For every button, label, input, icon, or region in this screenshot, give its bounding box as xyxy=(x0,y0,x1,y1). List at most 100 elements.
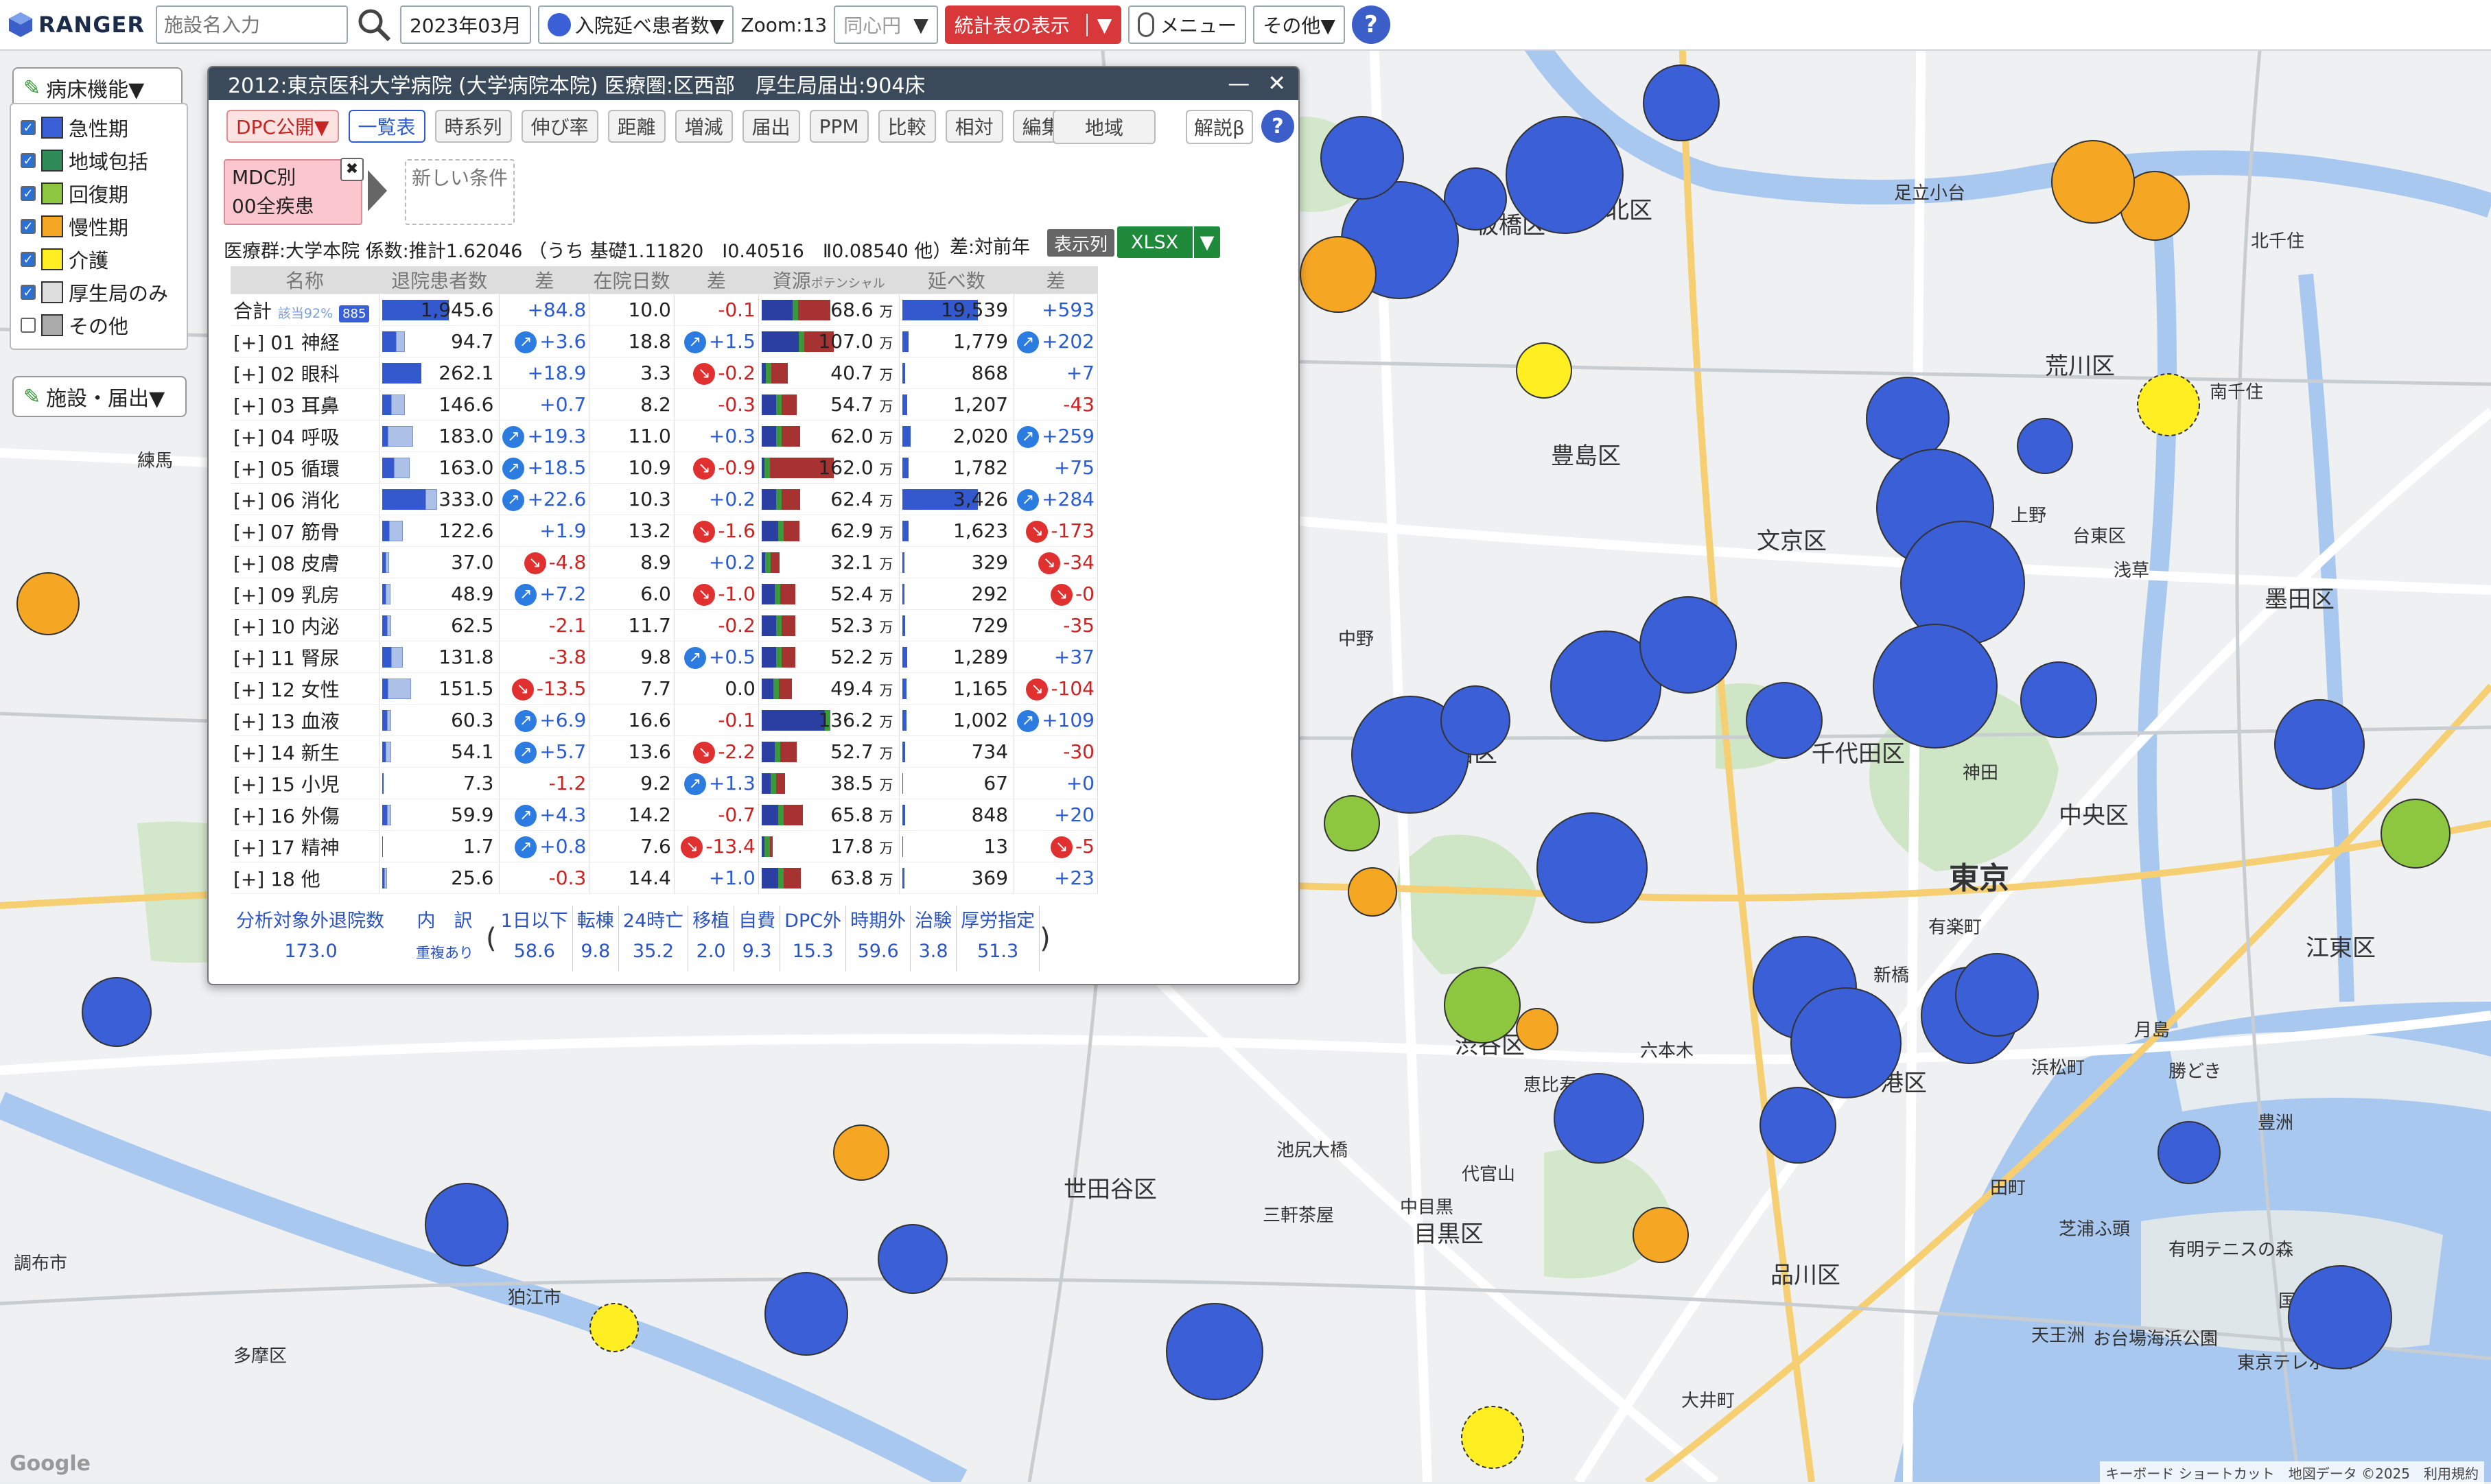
chevron-down-icon[interactable]: ▼ xyxy=(1086,13,1112,36)
hospital-marker[interactable] xyxy=(2137,373,2200,436)
hospital-marker[interactable] xyxy=(425,1183,508,1267)
chevron-down-icon[interactable]: ▼ xyxy=(1193,226,1220,258)
hospital-marker[interactable] xyxy=(2157,1121,2221,1184)
hospital-marker[interactable] xyxy=(82,977,152,1047)
col-header-total-days[interactable]: 延べ数 xyxy=(899,266,1015,294)
checkbox[interactable]: ✓ xyxy=(21,285,36,300)
checkbox[interactable]: ✓ xyxy=(21,219,36,234)
hospital-marker[interactable] xyxy=(1643,64,1720,141)
legend-item[interactable]: ✓ 急性期 xyxy=(21,111,177,144)
hospital-marker[interactable] xyxy=(1300,236,1377,313)
col-header-discharges[interactable]: 退院患者数 xyxy=(379,266,500,294)
legend-item[interactable]: ✓ 回復期 xyxy=(21,177,177,210)
col-header-name[interactable]: 名称 xyxy=(231,266,379,294)
row-name[interactable]: [+] 07 筋骨 xyxy=(233,521,340,543)
minimize-icon[interactable]: — xyxy=(1228,70,1250,96)
table-row[interactable]: [+] 04 呼吸 183.0 ↗ +19.3 11.0 +0.3 62.0 万 2,020 ↗… xyxy=(231,420,1098,452)
row-name[interactable]: [+] 12 女性 xyxy=(233,679,340,701)
table-row[interactable]: [+] 09 乳房 48.9 ↗ +7.2 6.0 ↘ -1.0 52.4 万 292 ↘ -0 xyxy=(231,578,1098,610)
hospital-marker[interactable] xyxy=(2274,699,2365,790)
row-name[interactable]: [+] 15 小児 xyxy=(233,773,340,796)
row-name[interactable]: [+] 18 他 xyxy=(233,868,320,891)
legend-item[interactable]: ✓ 厚生局のみ xyxy=(21,276,177,309)
tab[interactable]: 時系列 xyxy=(434,110,512,143)
hospital-marker[interactable] xyxy=(2017,418,2073,474)
xlsx-export-button[interactable]: XLSX ▼ xyxy=(1117,226,1220,258)
checkbox[interactable]: ✓ xyxy=(21,120,36,135)
col-header-diff3[interactable]: 差 xyxy=(1014,266,1098,294)
row-name[interactable]: [+] 02 眼科 xyxy=(233,363,340,386)
tab[interactable]: DPC公開▼ xyxy=(226,110,339,143)
table-row[interactable]: [+] 17 精神 1.7 ↗ +0.8 7.6 ↘ -13.4 17.8 万 13 ↘ -5 xyxy=(231,830,1098,862)
table-row[interactable]: [+] 02 眼科 262.1 +18.9 3.3 ↘ -0.2 40.7 万 868 +7 xyxy=(231,357,1098,389)
row-name[interactable]: [+] 05 循環 xyxy=(233,458,340,480)
row-name[interactable]: [+] 06 消化 xyxy=(233,489,340,512)
row-name[interactable]: [+] 17 精神 xyxy=(233,836,340,859)
hospital-marker[interactable] xyxy=(16,572,80,635)
hospital-marker[interactable] xyxy=(2020,661,2097,738)
help-icon[interactable]: ? xyxy=(1351,5,1390,44)
hospital-marker[interactable] xyxy=(764,1272,848,1356)
bed-function-button[interactable]: ✎ 病床機能▼ xyxy=(12,67,183,108)
legend-item[interactable]: その他 xyxy=(21,309,177,342)
hospital-marker[interactable] xyxy=(1790,987,1902,1098)
hospital-marker[interactable] xyxy=(1461,1406,1524,1469)
col-header-diff1[interactable]: 差 xyxy=(499,266,590,294)
tab[interactable]: 一覧表 xyxy=(348,110,425,143)
hospital-marker[interactable] xyxy=(1516,342,1572,399)
col-header-resource[interactable]: 資源ポテンシャル xyxy=(758,266,900,294)
hospital-marker[interactable] xyxy=(1440,685,1510,755)
map-credit[interactable]: キーボード ショートカット 地図データ ©2025 利用規約 xyxy=(2100,1461,2484,1484)
hospital-marker[interactable] xyxy=(2288,1265,2392,1369)
row-name[interactable]: [+] 13 血液 xyxy=(233,710,340,733)
new-condition-slot[interactable]: 新しい条件 xyxy=(405,159,515,225)
help-icon[interactable]: ? xyxy=(1261,110,1294,143)
window-titlebar[interactable]: 2012:東京医科大学病院 (大学病院本院) 医療圏:区西部 厚生局届出:904… xyxy=(209,67,1298,100)
row-name[interactable]: [+] 04 呼吸 xyxy=(233,426,340,449)
checkbox[interactable]: ✓ xyxy=(21,252,36,267)
table-row[interactable]: [+] 15 小児 7.3 -1.2 9.2 ↗ +1.3 38.5 万 67 +0 xyxy=(231,767,1098,799)
close-icon[interactable]: ✕ xyxy=(1267,70,1286,96)
tab[interactable]: 相対 xyxy=(945,110,1003,143)
table-row[interactable]: [+] 16 外傷 59.9 ↗ +4.3 14.2 -0.7 65.8 万 848 +20 xyxy=(231,799,1098,831)
menu-button[interactable]: メニュー xyxy=(1128,5,1247,44)
show-columns-button[interactable]: 表示列 xyxy=(1047,229,1115,257)
table-row[interactable]: [+] 01 神経 94.7 ↗ +3.6 18.8 ↗ +1.5 107.0 万 1,779 ↗… xyxy=(231,325,1098,357)
hospital-marker[interactable] xyxy=(1536,812,1648,923)
hospital-marker[interactable] xyxy=(589,1303,639,1352)
table-row[interactable]: [+] 13 血液 60.3 ↗ +6.9 16.6 -0.1 136.2 万 1,002 ↗ +… xyxy=(231,704,1098,736)
description-button[interactable]: 解説β xyxy=(1186,110,1253,144)
hospital-marker[interactable] xyxy=(1166,1303,1263,1400)
hospital-marker[interactable] xyxy=(1324,795,1380,851)
table-row[interactable]: [+] 14 新生 54.1 ↗ +5.7 13.6 ↘ -2.2 52.7 万 734 -30 xyxy=(231,735,1098,768)
row-name[interactable]: [+] 09 乳房 xyxy=(233,584,340,606)
legend-item[interactable]: ✓ 介護 xyxy=(21,243,177,276)
row-name[interactable]: [+] 14 新生 xyxy=(233,742,340,764)
tab[interactable]: 伸び率 xyxy=(521,110,598,143)
checkbox[interactable] xyxy=(21,318,36,333)
month-selector[interactable]: 2023年03月 xyxy=(399,5,531,44)
tab[interactable]: 増減 xyxy=(675,110,733,143)
table-row[interactable]: [+] 18 他 25.6 -0.3 14.4 +1.0 63.8 万 369 +23 xyxy=(231,862,1098,894)
tab[interactable]: 比較 xyxy=(878,110,936,143)
hospital-marker[interactable] xyxy=(1955,953,2039,1037)
hospital-marker[interactable] xyxy=(1873,624,1998,749)
other-menu-button[interactable]: その他▼ xyxy=(1253,5,1345,44)
tab[interactable]: 距離 xyxy=(607,110,666,143)
tab[interactable]: 届出 xyxy=(742,110,800,143)
hospital-marker[interactable] xyxy=(1348,867,1397,917)
table-row[interactable]: [+] 10 内泌 62.5 -2.1 11.7 -0.2 52.3 万 729 -35 xyxy=(231,609,1098,641)
col-header-diff2[interactable]: 差 xyxy=(674,266,759,294)
legend-item[interactable]: ✓ 地域包括 xyxy=(21,144,177,177)
hospital-marker[interactable] xyxy=(1759,1087,1836,1164)
concentric-selector[interactable]: 同心円 ▼ xyxy=(834,5,938,44)
tab[interactable]: PPM xyxy=(809,110,869,143)
hospital-marker[interactable] xyxy=(878,1224,948,1294)
region-button[interactable]: 地域 xyxy=(1053,110,1156,144)
table-row[interactable]: [+] 12 女性 151.5 ↘ -13.5 7.7 0.0 49.4 万 1,165 ↘ -1… xyxy=(231,672,1098,705)
table-row[interactable]: [+] 07 筋骨 122.6 +1.9 13.2 ↘ -1.6 62.9 万 1,623 ↘ -… xyxy=(231,515,1098,547)
table-row[interactable]: [+] 06 消化 333.0 ↗ +22.6 10.3 +0.2 62.4 万 3,426 ↗… xyxy=(231,483,1098,515)
search-icon[interactable] xyxy=(355,5,393,44)
hospital-marker[interactable] xyxy=(1554,1073,1644,1164)
checkbox[interactable]: ✓ xyxy=(21,186,36,201)
